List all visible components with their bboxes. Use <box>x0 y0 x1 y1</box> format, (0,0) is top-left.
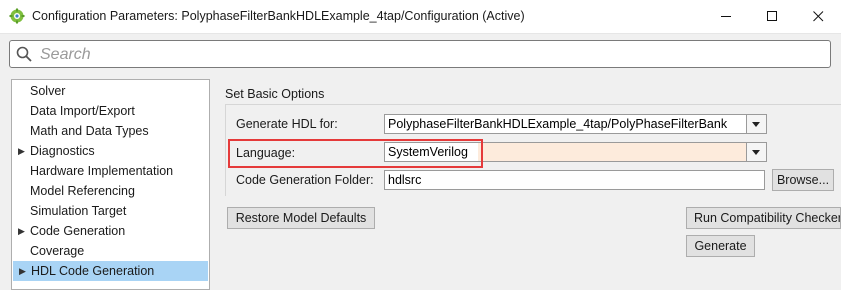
tree-item-diagnostics[interactable]: ▶ Diagnostics <box>12 141 208 161</box>
close-button[interactable] <box>795 0 841 32</box>
restore-model-defaults-button[interactable]: Restore Model Defaults <box>227 207 375 229</box>
expand-arrow-icon[interactable]: ▶ <box>18 141 25 161</box>
group-title: Set Basic Options <box>225 87 325 101</box>
tree-item-label: HDL Code Generation <box>31 264 155 278</box>
tree-item-data-import-export[interactable]: Data Import/Export <box>12 101 208 121</box>
close-icon <box>813 11 824 22</box>
search-box[interactable] <box>9 40 831 68</box>
code-generation-folder-value: hdlsrc <box>388 173 422 187</box>
matlab-simulink-icon <box>9 8 25 24</box>
generate-button[interactable]: Generate <box>686 235 755 257</box>
tree-item-hdl-code-generation[interactable]: ▶ HDL Code Generation <box>13 261 208 281</box>
tree-item-simulation-target[interactable]: Simulation Target <box>12 201 208 221</box>
code-generation-folder-label: Code Generation Folder: <box>236 173 374 187</box>
chevron-down-icon[interactable] <box>746 115 766 133</box>
search-icon <box>16 46 32 65</box>
category-tree[interactable]: Solver Data Import/Export Math and Data … <box>11 79 210 290</box>
window-title: Configuration Parameters: PolyphaseFilte… <box>32 9 525 23</box>
minimize-icon <box>721 16 731 17</box>
tree-item-label: Solver <box>30 84 66 98</box>
tree-item-code-generation[interactable]: ▶ Code Generation <box>12 221 208 241</box>
run-compatibility-checker-button[interactable]: Run Compatibility Checker <box>686 207 841 229</box>
generate-hdl-for-dropdown[interactable]: PolyphaseFilterBankHDLExample_4tap/PolyP… <box>384 114 767 134</box>
tree-item-solver[interactable]: Solver <box>12 81 208 101</box>
tree-item-label: Simulation Target <box>30 204 127 218</box>
tree-item-label: Code Generation <box>30 224 126 238</box>
generate-hdl-for-value: PolyphaseFilterBankHDLExample_4tap/PolyP… <box>388 117 728 131</box>
tree-item-math-and-data-types[interactable]: Math and Data Types <box>12 121 208 141</box>
search-input[interactable] <box>38 43 822 67</box>
code-generation-folder-input[interactable]: hdlsrc <box>384 170 765 190</box>
maximize-button[interactable] <box>749 0 795 32</box>
tree-item-label: Model Referencing <box>30 184 135 198</box>
tree-item-hardware-implementation[interactable]: Hardware Implementation <box>12 161 208 181</box>
generate-hdl-for-label: Generate HDL for: <box>236 117 338 131</box>
expand-arrow-icon[interactable]: ▶ <box>19 261 26 281</box>
title-bar: Configuration Parameters: PolyphaseFilte… <box>0 0 841 34</box>
tree-item-label: Data Import/Export <box>30 104 135 118</box>
tree-item-model-referencing[interactable]: Model Referencing <box>12 181 208 201</box>
tree-item-label: Coverage <box>30 244 85 258</box>
minimize-button[interactable] <box>703 0 749 32</box>
expand-arrow-icon[interactable]: ▶ <box>18 221 25 241</box>
tree-item-coverage[interactable]: Coverage <box>12 241 208 261</box>
tree-item-label: Math and Data Types <box>30 124 149 138</box>
maximize-icon <box>767 11 777 21</box>
tree-item-label: Hardware Implementation <box>30 164 174 178</box>
browse-button[interactable]: Browse... <box>772 169 834 191</box>
chevron-down-icon[interactable] <box>746 143 766 161</box>
tree-item-label: Diagnostics <box>30 144 95 158</box>
language-highlight-box <box>228 139 483 168</box>
